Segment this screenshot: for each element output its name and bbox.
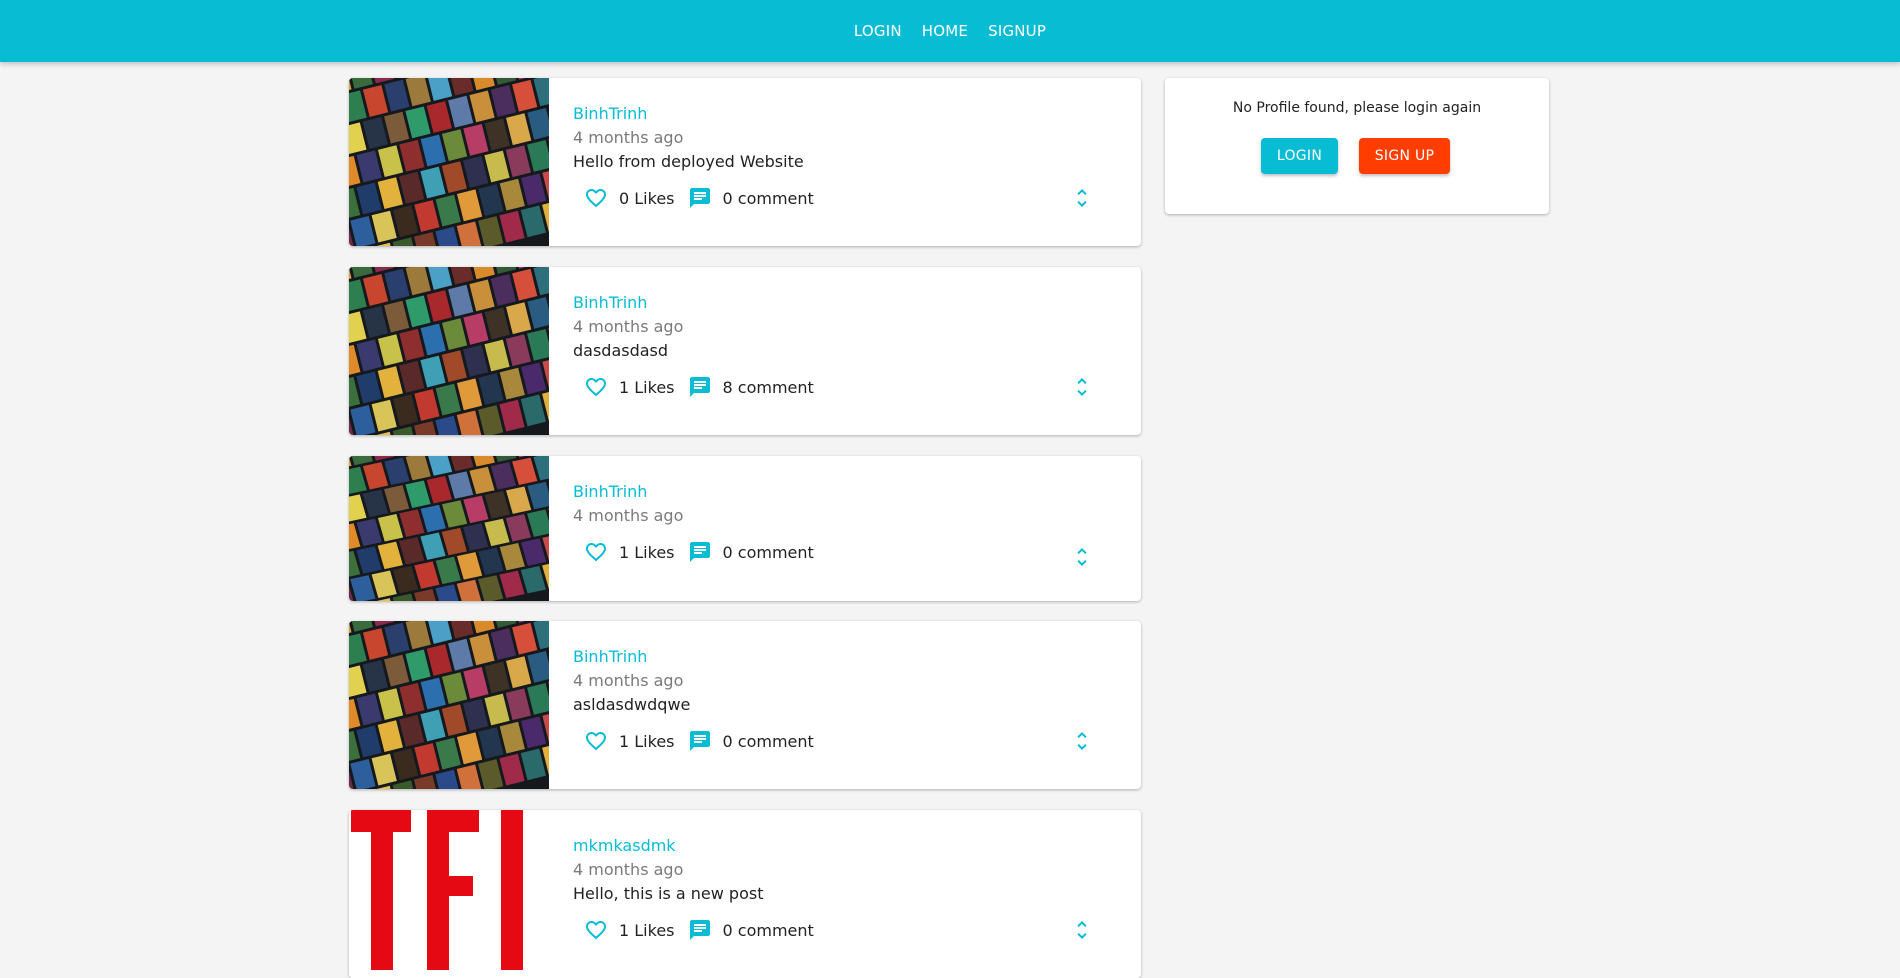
nav-home-link[interactable]: HOME (913, 16, 977, 46)
heart-outline-icon[interactable] (583, 728, 609, 754)
post-body: asldasdwdqwe (573, 695, 691, 714)
unfold-more-icon[interactable] (1069, 728, 1095, 754)
comments-count: 0 comment (722, 920, 814, 940)
post-body: Hello, this is a new post (573, 884, 764, 903)
post-image (349, 810, 549, 978)
post-card: mkmkasdmk 4 months ago Hello, this is a … (349, 810, 1141, 978)
chat-bubble-icon[interactable] (687, 185, 713, 211)
post-timestamp: 4 months ago (573, 671, 684, 690)
comments-count: 0 comment (722, 542, 814, 562)
comments-count: 8 comment (722, 377, 814, 397)
post-image (349, 78, 549, 246)
post-image (349, 267, 549, 435)
likes-count: 1 Likes (619, 377, 675, 397)
post-actions: 0 Likes 0 comment (583, 185, 826, 211)
nav-login-link[interactable]: LOGIN (845, 16, 911, 46)
likes-count: 1 Likes (619, 542, 675, 562)
post-actions: 1 Likes 0 comment (583, 539, 826, 565)
post-timestamp: 4 months ago (573, 128, 684, 147)
post-timestamp: 4 months ago (573, 317, 684, 336)
likes-count: 1 Likes (619, 731, 675, 751)
likes-count: 0 Likes (619, 188, 675, 208)
heart-outline-icon[interactable] (583, 917, 609, 943)
post-author-link[interactable]: BinhTrinh (573, 482, 647, 501)
post-timestamp: 4 months ago (573, 860, 684, 879)
post-author-link[interactable]: mkmkasdmk (573, 836, 676, 855)
post-actions: 1 Likes 0 comment (583, 917, 826, 943)
likes-count: 1 Likes (619, 920, 675, 940)
post-body: Hello from deployed Website (573, 152, 804, 171)
chat-bubble-icon[interactable] (687, 374, 713, 400)
post-timestamp: 4 months ago (573, 506, 684, 525)
heart-outline-icon[interactable] (583, 185, 609, 211)
post-body: dasdasdasd (573, 341, 669, 360)
comments-count: 0 comment (722, 188, 814, 208)
no-profile-message: No Profile found, please login again (1232, 100, 1482, 116)
profile-card: No Profile found, please login again LOG… (1165, 78, 1549, 214)
post-card: BinhTrinh 4 months ago dasdasdasd 1 Like… (349, 267, 1141, 435)
post-image (349, 621, 549, 789)
chat-bubble-icon[interactable] (687, 917, 713, 943)
post-actions: 1 Likes 0 comment (583, 728, 826, 754)
signup-button[interactable]: SIGN UP (1359, 138, 1450, 174)
unfold-more-icon[interactable] (1069, 185, 1095, 211)
post-image (349, 456, 549, 601)
heart-outline-icon[interactable] (583, 539, 609, 565)
unfold-more-icon[interactable] (1069, 544, 1095, 570)
unfold-more-icon[interactable] (1069, 374, 1095, 400)
post-author-link[interactable]: BinhTrinh (573, 647, 647, 666)
post-card: BinhTrinh 4 months ago 1 Likes 0 comment (349, 456, 1141, 601)
post-card: BinhTrinh 4 months ago Hello from deploy… (349, 78, 1141, 246)
chat-bubble-icon[interactable] (687, 539, 713, 565)
login-button[interactable]: LOGIN (1261, 138, 1338, 174)
post-author-link[interactable]: BinhTrinh (573, 104, 647, 123)
top-app-bar: LOGIN HOME SIGNUP (0, 0, 1900, 62)
comments-count: 0 comment (722, 731, 814, 751)
heart-outline-icon[interactable] (583, 374, 609, 400)
post-actions: 1 Likes 8 comment (583, 374, 826, 400)
unfold-more-icon[interactable] (1069, 917, 1095, 943)
post-card: BinhTrinh 4 months ago asldasdwdqwe 1 Li… (349, 621, 1141, 789)
post-author-link[interactable]: BinhTrinh (573, 293, 647, 312)
nav-signup-link[interactable]: SIGNUP (979, 16, 1055, 46)
chat-bubble-icon[interactable] (687, 728, 713, 754)
